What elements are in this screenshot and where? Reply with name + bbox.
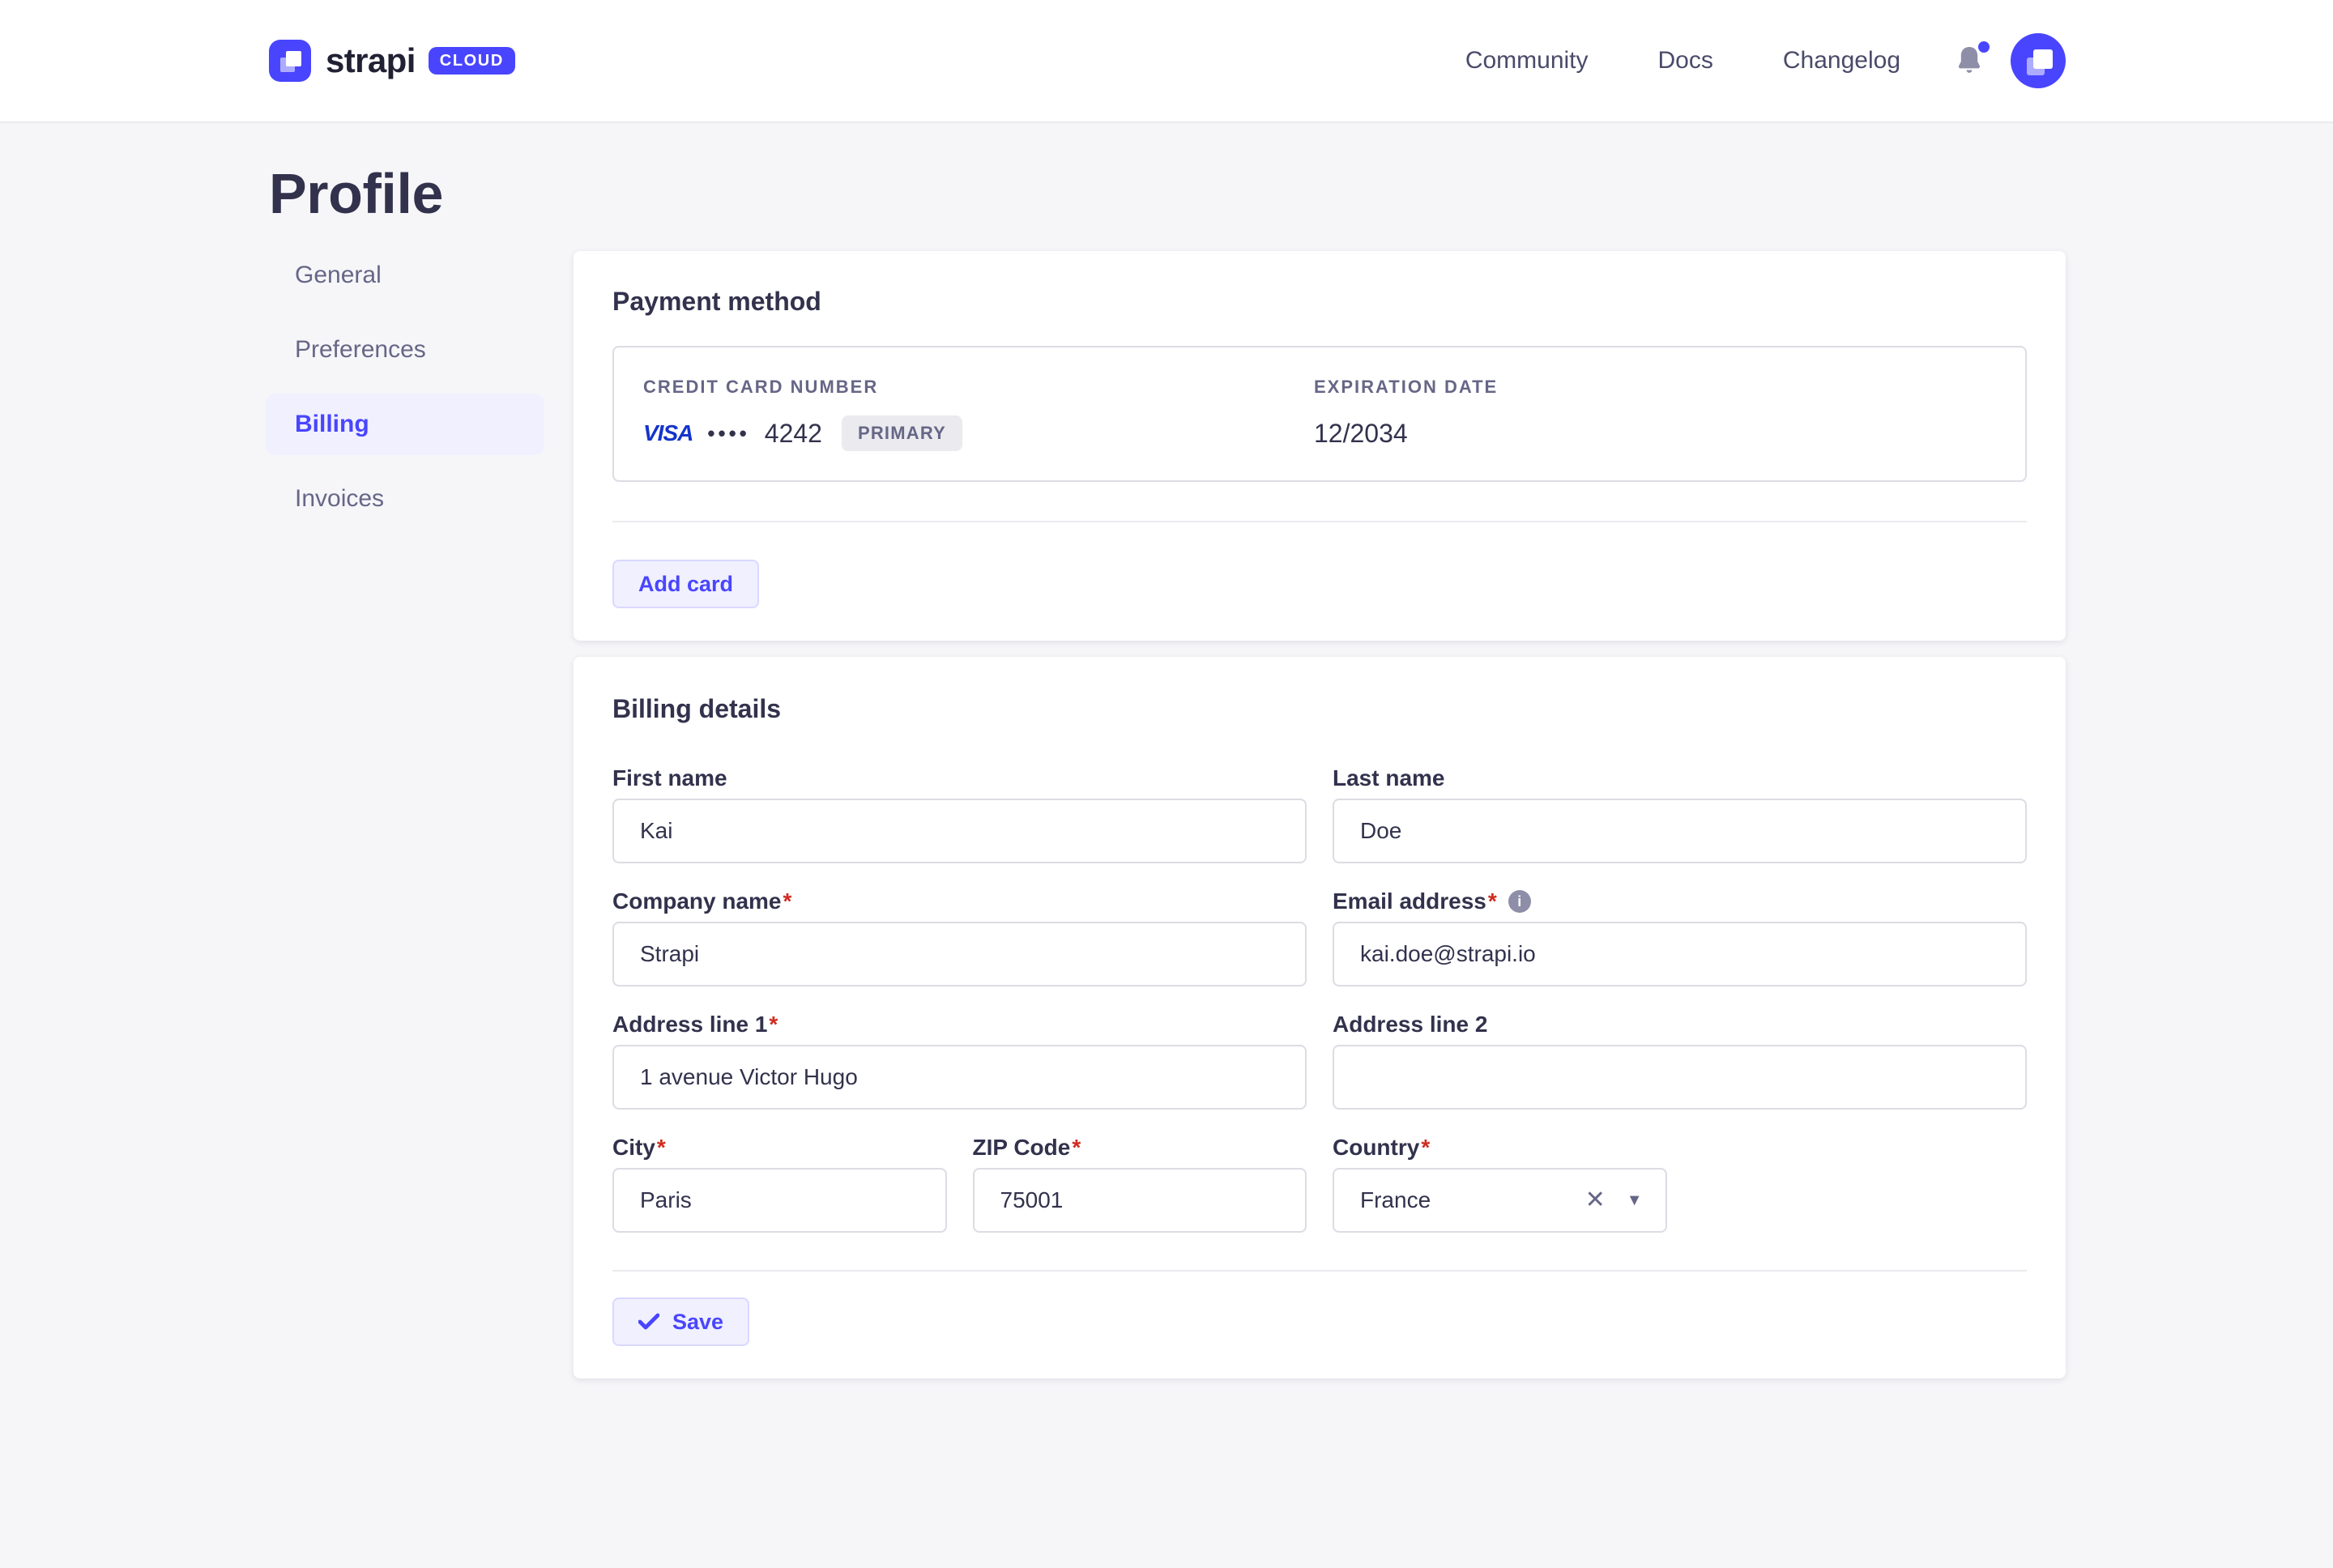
first-name-label: First name <box>612 765 1307 792</box>
primary-card-badge: PRIMARY <box>842 415 962 451</box>
user-avatar[interactable] <box>2011 33 2066 88</box>
country-label: Country* <box>1333 1134 1667 1161</box>
expiration-date-value: 12/2034 <box>1314 415 1498 451</box>
nav-link-docs[interactable]: Docs <box>1658 47 1713 75</box>
last-name-field-group: Last name <box>1333 765 2027 863</box>
required-asterisk: * <box>769 1011 778 1038</box>
address-line1-field-group: Address line 1* <box>612 1011 1307 1110</box>
payment-method-card: Payment method CREDIT CARD NUMBER VISA •… <box>574 251 2066 641</box>
page-title: Profile <box>269 165 2066 222</box>
masked-digits: •••• <box>707 421 749 446</box>
visa-logo: VISA <box>643 420 693 446</box>
chevron-down-icon[interactable]: ▼ <box>1627 1191 1643 1210</box>
address-line2-field-group: Address line 2 <box>1333 1011 2027 1110</box>
sidebar-item-general[interactable]: General <box>266 245 544 306</box>
first-name-field-group: First name <box>612 765 1307 863</box>
profile-page: Profile General Preferences Billing Invo… <box>0 165 2333 1378</box>
email-input[interactable] <box>1333 922 2027 986</box>
payment-method-title: Payment method <box>612 287 2027 317</box>
billing-details-title: Billing details <box>612 694 2027 724</box>
zip-code-label: ZIP Code* <box>973 1134 1307 1161</box>
email-info-icon[interactable]: i <box>1508 890 1531 913</box>
sidebar-item-invoices[interactable]: Invoices <box>266 468 544 530</box>
address-line1-input[interactable] <box>612 1045 1307 1110</box>
header-nav: Community Docs Changelog <box>1465 33 2066 88</box>
company-name-input[interactable] <box>612 922 1307 986</box>
payment-card-divider <box>612 521 2027 522</box>
zip-code-input[interactable] <box>973 1168 1307 1233</box>
expiration-date-label: EXPIRATION DATE <box>1314 377 1498 398</box>
country-selected-value: France <box>1360 1187 1585 1213</box>
check-icon <box>638 1313 659 1331</box>
clear-selection-icon[interactable]: ✕ <box>1585 1188 1606 1212</box>
required-asterisk: * <box>1488 888 1497 915</box>
last-name-input[interactable] <box>1333 799 2027 863</box>
email-label: Email address* i <box>1333 888 2027 915</box>
nav-link-community[interactable]: Community <box>1465 47 1589 75</box>
first-name-input[interactable] <box>612 799 1307 863</box>
country-field-group: Country* France ✕ ▼ <box>1333 1134 1667 1233</box>
cloud-badge: CLOUD <box>429 47 515 75</box>
add-card-button[interactable]: Add card <box>612 560 759 608</box>
billing-form-divider <box>612 1270 2027 1272</box>
brand-wordmark: strapi <box>326 41 416 80</box>
sidebar-item-billing[interactable]: Billing <box>266 394 544 455</box>
required-asterisk: * <box>657 1134 666 1161</box>
email-field-group: Email address* i <box>1333 888 2027 986</box>
save-button-label: Save <box>672 1310 723 1335</box>
unread-notification-dot <box>1978 41 1990 53</box>
city-label: City* <box>612 1134 947 1161</box>
save-button[interactable]: Save <box>612 1297 749 1346</box>
credit-card-row: CREDIT CARD NUMBER VISA •••• 4242 PRIMAR… <box>612 346 2027 482</box>
required-asterisk: * <box>1072 1134 1081 1161</box>
card-last4: 4242 <box>765 419 822 449</box>
country-select[interactable]: France ✕ ▼ <box>1333 1168 1667 1233</box>
address-line2-input[interactable] <box>1333 1045 2027 1110</box>
notifications-bell-icon[interactable] <box>1956 45 1983 77</box>
sidebar-item-preferences[interactable]: Preferences <box>266 319 544 381</box>
city-input[interactable] <box>612 1168 947 1233</box>
required-asterisk: * <box>783 888 792 915</box>
city-field-group: City* <box>612 1134 947 1233</box>
profile-sidebar: General Preferences Billing Invoices <box>266 238 544 543</box>
strapi-logo[interactable]: strapi CLOUD <box>269 40 515 82</box>
address-line2-label: Address line 2 <box>1333 1011 2027 1038</box>
address-line1-label: Address line 1* <box>612 1011 1307 1038</box>
top-header: strapi CLOUD Community Docs Changelog <box>0 0 2333 123</box>
required-asterisk: * <box>1421 1134 1430 1161</box>
company-name-label: Company name* <box>612 888 1307 915</box>
strapi-logo-icon <box>269 40 311 82</box>
zip-code-field-group: ZIP Code* <box>973 1134 1307 1233</box>
credit-card-number-label: CREDIT CARD NUMBER <box>643 377 1285 398</box>
billing-form: First name Last name Company name* <box>612 765 2027 1233</box>
company-name-field-group: Company name* <box>612 888 1307 986</box>
nav-link-changelog[interactable]: Changelog <box>1783 47 1900 75</box>
billing-details-card: Billing details First name Last name <box>574 657 2066 1378</box>
last-name-label: Last name <box>1333 765 2027 792</box>
